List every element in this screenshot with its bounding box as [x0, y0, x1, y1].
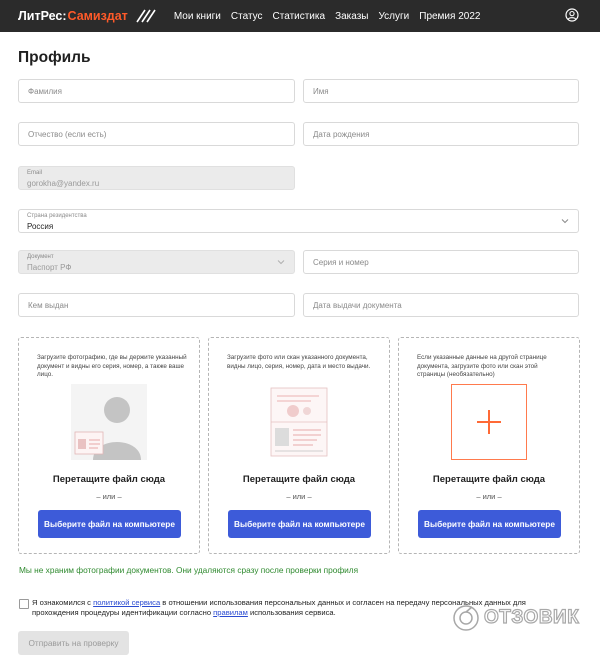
main-nav: Мои книги Статус Статистика Заказы Услуг… [174, 11, 491, 22]
patronymic-field[interactable]: Отчество (если есть) [18, 122, 295, 146]
country-select[interactable]: Страна резидентства Россия [18, 209, 579, 233]
logo-text-litres: ЛитРес: [18, 9, 67, 23]
logo-stripes-icon [136, 9, 156, 23]
series-number-placeholder: Серия и номер [313, 258, 369, 267]
nav-statistics[interactable]: Статистика [273, 11, 326, 22]
add-file-plus-icon[interactable] [451, 384, 527, 460]
series-number-field[interactable]: Серия и номер [303, 250, 579, 274]
chevron-down-icon [277, 260, 285, 265]
passport-scan-illustration [261, 384, 337, 460]
country-value: Россия [27, 222, 54, 231]
nav-orders[interactable]: Заказы [335, 11, 368, 22]
birthdate-placeholder: Дата рождения [313, 130, 370, 139]
consent-checkbox[interactable] [19, 599, 29, 609]
issued-by-placeholder: Кем выдан [28, 301, 69, 310]
choose-file-button[interactable]: Выберите файл на компьютере [38, 510, 181, 538]
user-circle-icon[interactable] [565, 8, 579, 22]
upload-selfie-with-document[interactable]: Загрузите фотографию, где вы держите ука… [18, 337, 200, 554]
issued-by-field[interactable]: Кем выдан [18, 293, 295, 317]
litres-samizdat-logo[interactable]: ЛитРес: Самиздат [18, 9, 156, 23]
first-name-placeholder: Имя [313, 87, 329, 96]
upload-document-scan[interactable]: Загрузите фото или скан указанного докум… [208, 337, 390, 554]
last-name-field[interactable]: Фамилия [18, 79, 295, 103]
nav-status[interactable]: Статус [231, 11, 263, 22]
country-label: Страна резидентства [27, 213, 87, 219]
choose-file-button[interactable]: Выберите файл на компьютере [228, 510, 371, 538]
document-value: Паспорт РФ [27, 263, 72, 272]
otzovik-watermark: ОТЗОВИК [452, 604, 579, 632]
consent-text-part3: использования сервиса. [247, 608, 336, 617]
submit-for-review-button: Отправить на проверку [18, 631, 129, 655]
patronymic-placeholder: Отчество (если есть) [28, 130, 107, 139]
issue-date-placeholder: Дата выдачи документа [313, 301, 402, 310]
nav-award-2022[interactable]: Премия 2022 [419, 11, 480, 22]
person-with-document-illustration [71, 384, 147, 460]
watermark-text: ОТЗОВИК [483, 606, 580, 628]
upload-description: Если указанные данные на другой странице… [417, 354, 547, 378]
first-name-field[interactable]: Имя [303, 79, 579, 103]
drop-zone-text: Перетащите файл сюда [242, 474, 356, 485]
service-policy-link[interactable]: политикой сервиса [93, 598, 160, 607]
last-name-placeholder: Фамилия [28, 87, 62, 96]
document-label: Документ [27, 254, 54, 260]
privacy-note: Мы не храним фотографии документов. Они … [19, 565, 359, 575]
page-title: Профиль [18, 49, 91, 66]
logo-text-samizdat: Самиздат [67, 9, 128, 23]
rules-link[interactable]: правилам [213, 608, 248, 617]
email-label: Email [27, 170, 43, 176]
top-navigation-bar: ЛитРес: Самиздат Мои книги Статус Статис… [0, 0, 600, 32]
email-value: gorokha@yandex.ru [27, 179, 100, 188]
issue-date-field[interactable]: Дата выдачи документа [303, 293, 579, 317]
chevron-down-icon [561, 219, 569, 224]
drop-zone-text: Перетащите файл сюда [52, 474, 166, 485]
choose-file-button[interactable]: Выберите файл на компьютере [418, 510, 561, 538]
upload-description: Загрузите фотографию, где вы держите ука… [37, 354, 187, 378]
or-separator: – или – [96, 492, 122, 501]
consent-text-part1: Я ознакомился с [32, 598, 94, 607]
nav-my-books[interactable]: Мои книги [174, 11, 221, 22]
upload-additional-page[interactable]: Если указанные данные на другой странице… [398, 337, 580, 554]
birthdate-field[interactable]: Дата рождения [303, 122, 579, 146]
email-field: Email gorokha@yandex.ru [18, 166, 295, 190]
otzovik-logo-icon [453, 605, 479, 631]
nav-services[interactable]: Услуги [378, 11, 409, 22]
upload-description: Загрузите фото или скан указанного докум… [227, 354, 371, 370]
drop-zone-text: Перетащите файл сюда [432, 474, 546, 485]
document-select: Документ Паспорт РФ [18, 250, 295, 274]
or-separator: – или – [476, 492, 502, 501]
or-separator: – или – [286, 492, 312, 501]
